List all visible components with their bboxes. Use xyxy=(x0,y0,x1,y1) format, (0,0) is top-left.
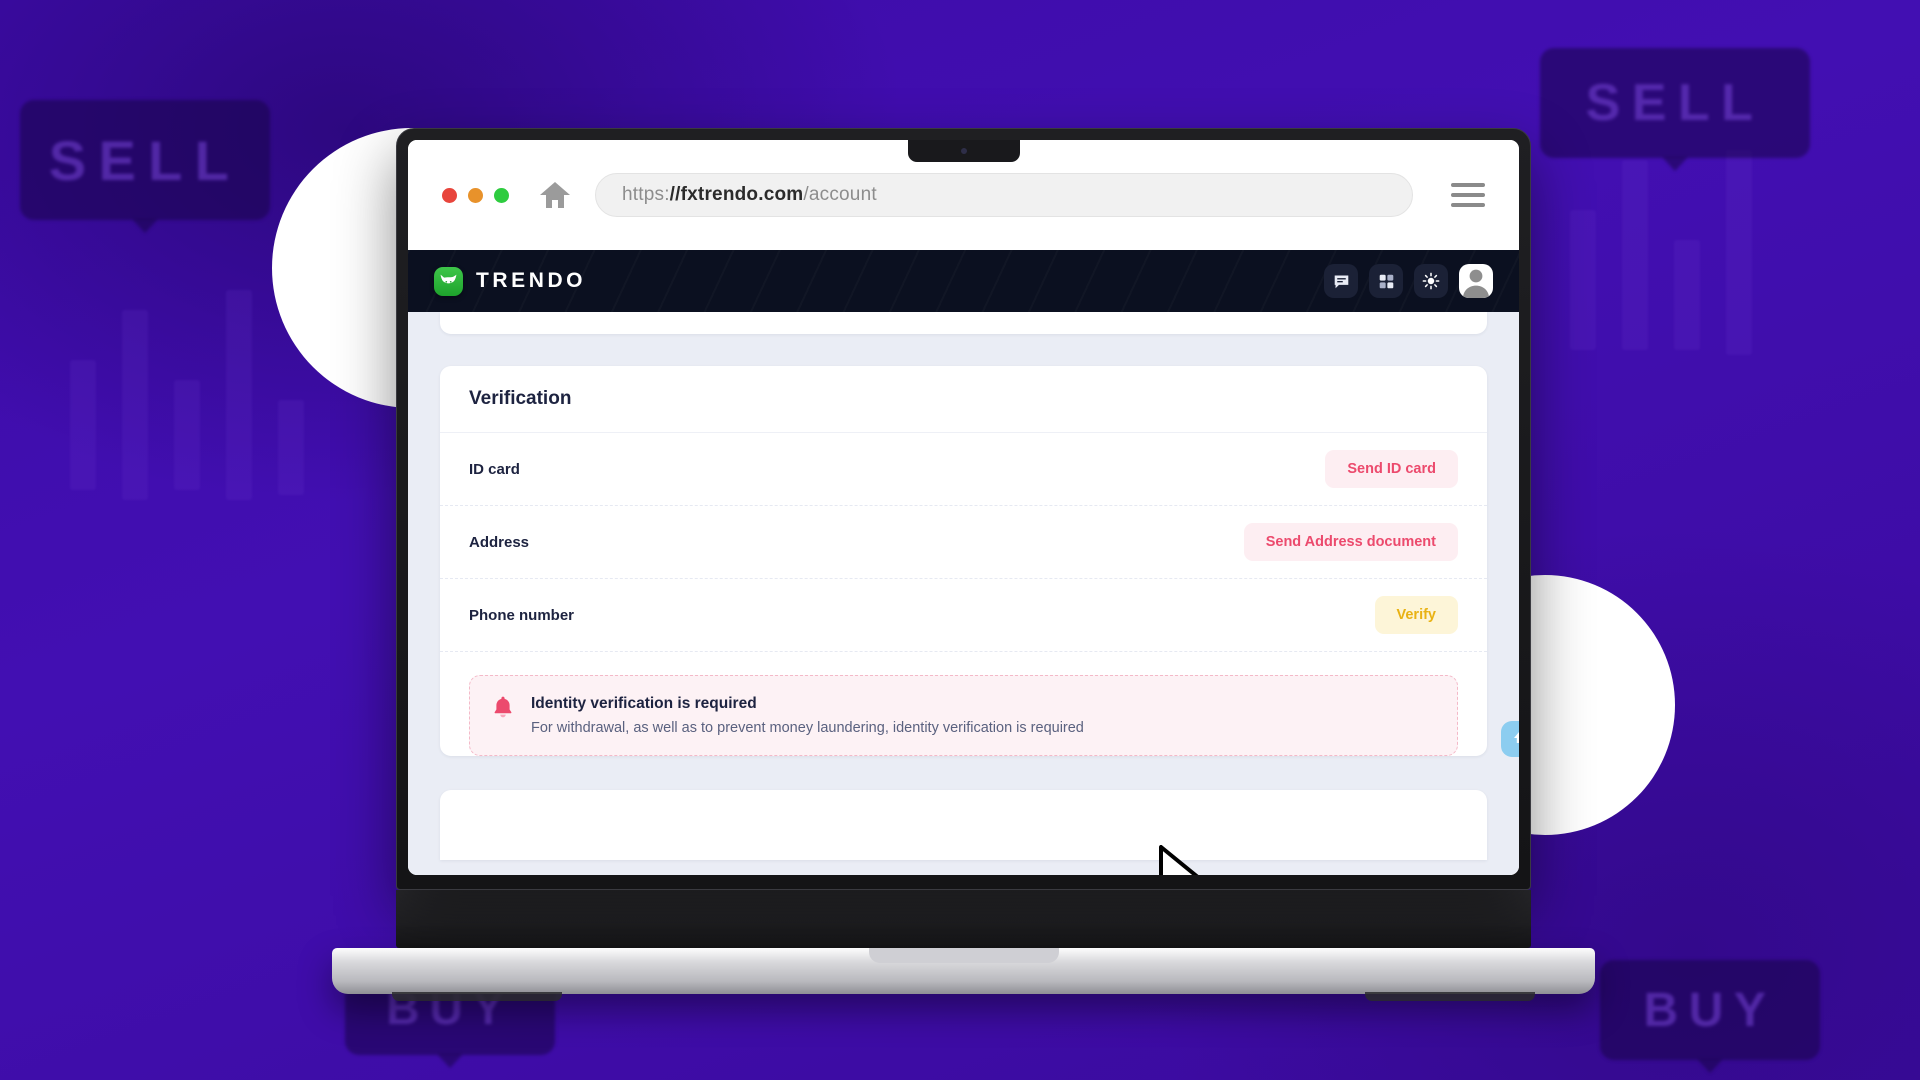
avatar[interactable] xyxy=(1459,264,1493,298)
laptop-lid: https://fxtrendo.com / account TRENDO Ve… xyxy=(396,128,1531,890)
row-label-id-card: ID card xyxy=(469,460,520,478)
url-scheme: https: xyxy=(622,184,670,205)
laptop-base xyxy=(332,948,1595,1001)
alert-title: Identity verification is required xyxy=(531,695,757,712)
row-label-address: Address xyxy=(469,533,530,551)
laptop-hinge xyxy=(396,890,1531,948)
bell-icon xyxy=(492,695,514,723)
laptop-notch xyxy=(907,140,1020,162)
card-above-partial xyxy=(440,312,1487,334)
verification-card: Verification ID card Send ID card Addres… xyxy=(440,366,1487,756)
verification-row-id-card: ID card Send ID card xyxy=(440,433,1487,506)
web-app: TRENDO Verification ID card Send ID card… xyxy=(408,250,1519,875)
mouse-cursor xyxy=(1159,845,1199,875)
card-below-partial xyxy=(440,790,1487,860)
verification-row-phone-number: Phone number Verify xyxy=(440,579,1487,652)
maximize-window-icon[interactable] xyxy=(494,187,509,203)
row-label-phone-number: Phone number xyxy=(469,606,575,624)
laptop-foot-left xyxy=(392,992,562,1001)
background-badge-sell-1: SELL xyxy=(20,100,270,233)
verify-phone-button[interactable]: Verify xyxy=(1374,596,1458,634)
home-icon[interactable] xyxy=(539,180,571,210)
alert-body: Identity verification is required For wi… xyxy=(531,695,1084,736)
bull-logo-icon xyxy=(434,266,463,296)
theme-toggle-sun-icon[interactable] xyxy=(1414,264,1448,298)
laptop-foot-right xyxy=(1365,992,1535,1001)
url-path: account xyxy=(808,184,877,205)
scroll-to-top-button[interactable] xyxy=(1501,721,1519,757)
laptop-mockup: https://fxtrendo.com / account TRENDO Ve… xyxy=(332,128,1595,1001)
alert-text: For withdrawal, as well as to prevent mo… xyxy=(531,720,1084,736)
background-badge-buy-2: BUY xyxy=(1600,960,1820,1073)
brand-name: TRENDO xyxy=(476,269,587,292)
address-bar[interactable]: https://fxtrendo.com / account xyxy=(595,173,1413,217)
chat-icon[interactable] xyxy=(1324,264,1358,298)
send-id-card-button[interactable]: Send ID card xyxy=(1325,450,1458,488)
apps-grid-icon[interactable] xyxy=(1369,264,1403,298)
navbar-actions xyxy=(1324,264,1493,298)
account-page: Verification ID card Send ID card Addres… xyxy=(408,312,1519,875)
verification-row-address: Address Send Address document xyxy=(440,506,1487,579)
page-content: Verification ID card Send ID card Addres… xyxy=(408,312,1519,860)
hamburger-menu-icon[interactable] xyxy=(1451,183,1485,207)
window-traffic-lights xyxy=(442,187,509,203)
minimize-window-icon[interactable] xyxy=(468,187,483,203)
identity-verification-alert: Identity verification is required For wi… xyxy=(469,675,1458,756)
webcam-icon xyxy=(960,148,967,154)
page-title: Verification xyxy=(440,366,1487,433)
arrow-up-icon xyxy=(1511,729,1519,750)
brand-logo[interactable]: TRENDO xyxy=(434,266,587,296)
app-navbar: TRENDO xyxy=(408,250,1519,312)
background-badge-sell-2: SELL xyxy=(1540,48,1810,171)
laptop-screen: https://fxtrendo.com / account TRENDO Ve… xyxy=(408,140,1519,875)
url-domain: fxtrendo.com xyxy=(680,184,804,205)
close-window-icon[interactable] xyxy=(442,187,457,203)
send-address-document-button[interactable]: Send Address document xyxy=(1243,523,1458,561)
url-sep: // xyxy=(669,184,681,205)
